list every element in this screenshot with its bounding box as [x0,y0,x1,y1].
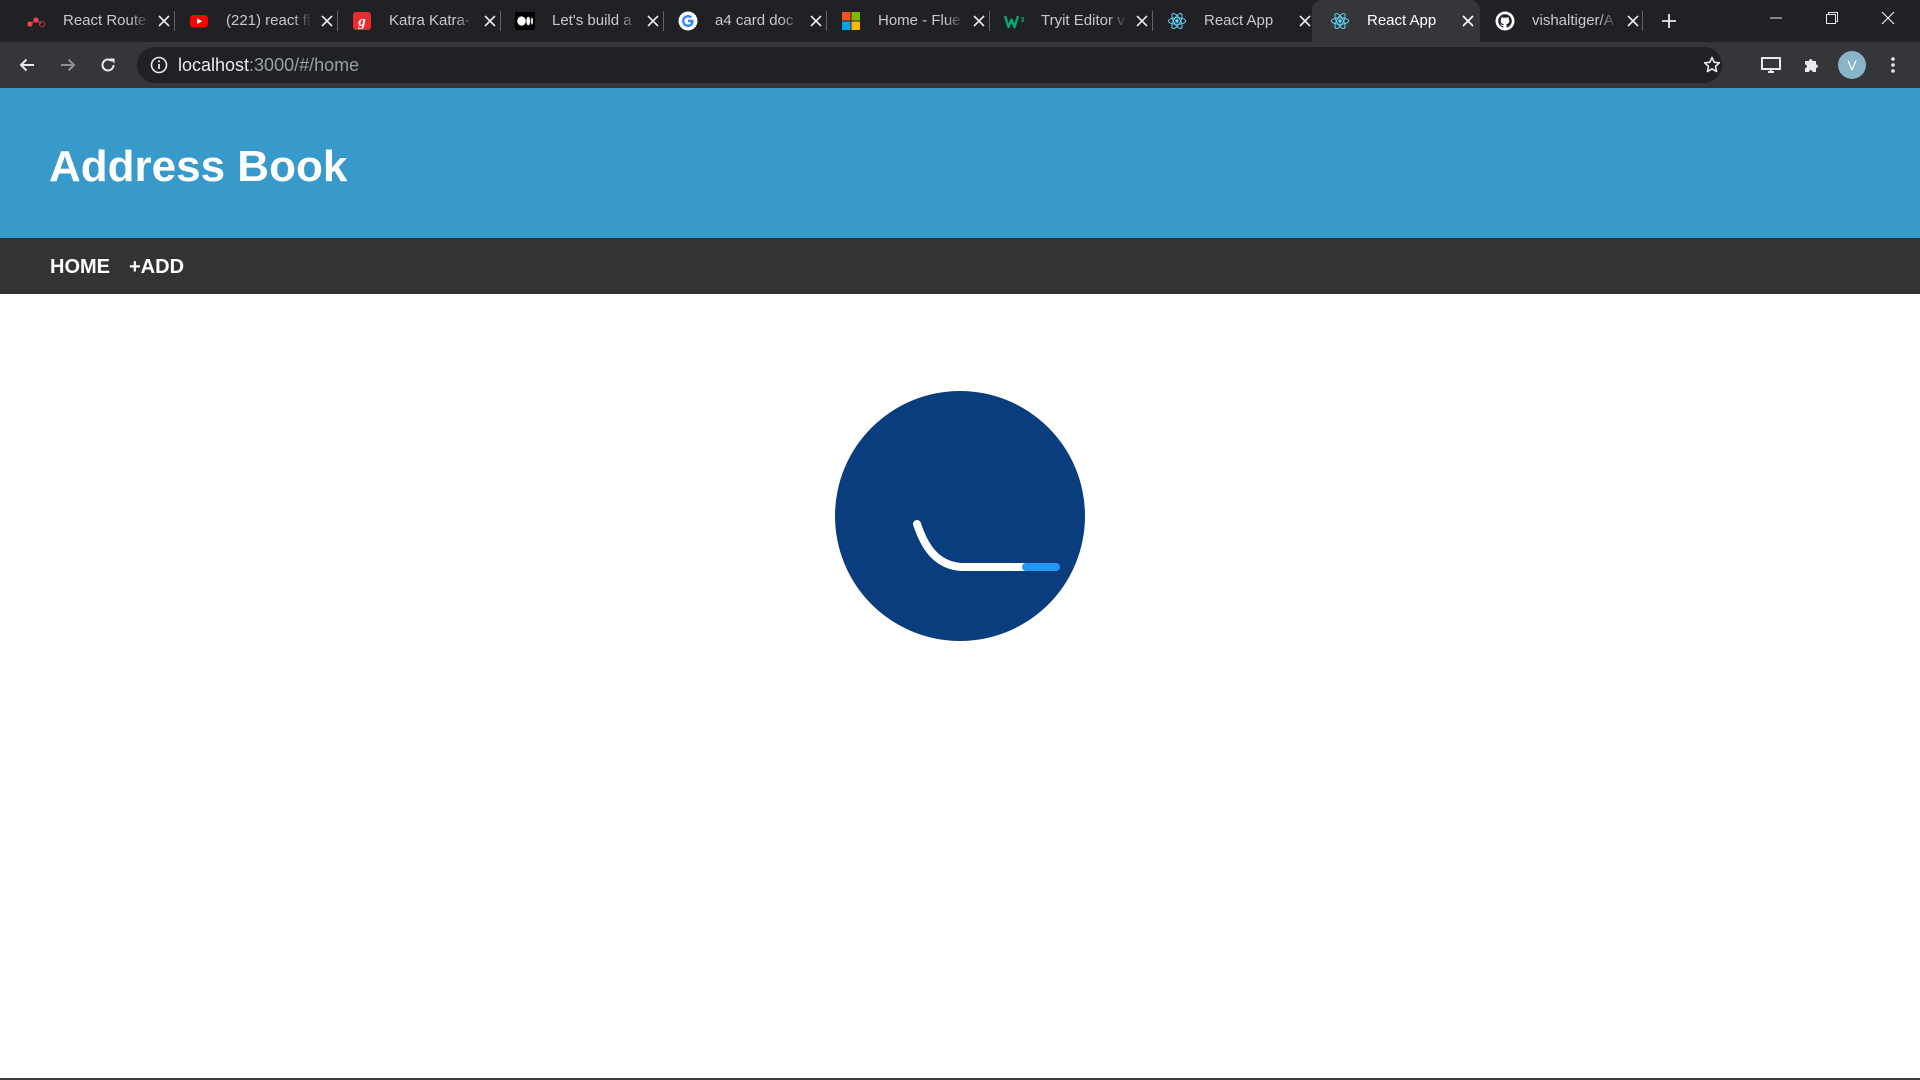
app-header: Address Book [0,88,1920,238]
cast-button[interactable] [1756,50,1786,80]
arrow-left-icon [19,58,34,72]
svg-text:3: 3 [1021,17,1025,24]
tab-react-router[interactable]: React Router [8,0,171,42]
tab-medium[interactable]: Let's build a [497,0,660,42]
medium-icon [515,11,535,31]
tab-react-app[interactable]: React App [1149,0,1312,42]
tab-gaana[interactable]: g Katra Katra- [334,0,497,42]
puzzle-icon [1805,59,1818,72]
extensions-button[interactable] [1797,50,1827,80]
tab-title: (221) react fl [226,12,311,29]
forward-button[interactable] [53,50,83,80]
address-bar[interactable]: localhost:3000/#/home [137,47,1722,83]
microsoft-icon [841,11,861,31]
tab-close-icon[interactable] [1458,11,1478,31]
tab-google[interactable]: a4 card doc [660,0,823,42]
arrow-right-icon [61,58,76,72]
tab-title: Let's build a [552,12,632,29]
app-navbar: HOME +ADD [0,238,1920,294]
tab-title: React App [1367,12,1437,29]
nav-add-link[interactable]: +ADD [129,255,184,279]
close-icon [1881,11,1895,25]
react-icon [1330,11,1350,31]
plus-icon [1662,14,1676,28]
bookmark-star-icon[interactable] [1701,54,1723,76]
loading-spinner [835,391,1085,641]
github-icon [1495,11,1515,31]
tab-react-app-active[interactable]: React App [1312,0,1480,42]
tab-separator [1642,11,1643,31]
google-icon [678,11,698,31]
restore-button[interactable] [1804,0,1860,36]
new-tab-button[interactable] [1656,8,1682,34]
youtube-icon [189,11,209,31]
kebab-menu-icon [1891,57,1895,73]
tab-title: Katra Katra- [389,12,470,29]
page-content: Address Book HOME +ADD [0,88,1920,1080]
menu-button[interactable] [1878,50,1908,80]
browser-toolbar: localhost:3000/#/home V [0,42,1920,88]
monitor-icon [1761,57,1781,73]
tab-youtube[interactable]: (221) react fl [171,0,334,42]
gaana-icon: g [352,11,372,31]
restore-icon [1826,12,1838,24]
tab-title: Home - Flue [878,12,961,29]
page-title: Address Book [49,142,348,191]
url-host: localhost [178,55,250,75]
url-path: :3000/#/home [249,55,360,75]
react-router-icon [26,11,46,31]
tab-title: vishaltiger/A [1532,12,1614,29]
url-text[interactable]: localhost:3000/#/home [178,55,359,75]
back-button[interactable] [12,50,42,80]
svg-text:g: g [357,14,366,30]
react-icon [1167,11,1187,31]
w3schools-icon: 3 [1004,11,1024,31]
tab-close-icon[interactable] [1623,11,1643,31]
close-window-button[interactable] [1860,0,1916,36]
tab-title: a4 card doc [715,12,794,29]
reload-button[interactable] [93,50,123,80]
tab-microsoft[interactable]: Home - Flue [823,0,986,42]
nav-home-link[interactable]: HOME [50,255,110,279]
browser-tab-strip: React Router (221) react fl g Katra Katr… [0,0,1920,42]
tab-w3schools[interactable]: 3 Tryit Editor v [986,0,1149,42]
tab-github[interactable]: vishaltiger/A [1477,0,1640,42]
profile-avatar[interactable]: V [1838,51,1866,79]
minimize-icon [1770,17,1782,19]
reload-icon [101,58,115,72]
tab-title: React App [1204,12,1274,29]
tab-title: Tryit Editor v [1041,12,1125,29]
info-icon[interactable] [149,55,169,75]
tab-title: React Router [63,12,149,29]
minimize-button[interactable] [1748,0,1804,36]
spinner-background [835,391,1085,641]
